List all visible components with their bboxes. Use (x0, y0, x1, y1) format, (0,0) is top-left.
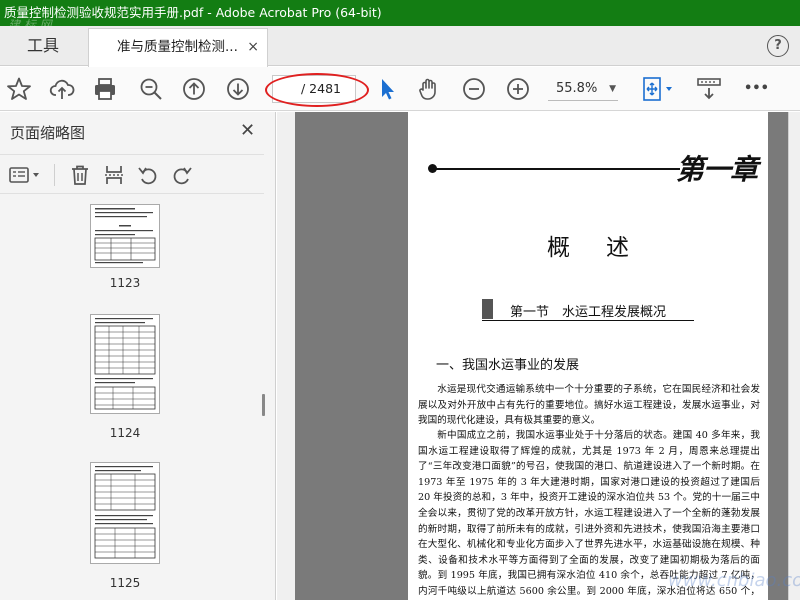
previous-page-icon[interactable] (181, 76, 207, 102)
document-left-gutter (277, 112, 295, 600)
section-heading: 第一节 水运工程发展概况 (510, 305, 667, 320)
print-icon[interactable] (92, 76, 118, 102)
page-thumbnails-panel: 页面缩略图 ✕ 1123 1124 1125 (0, 112, 289, 600)
thumbnail-preview (94, 208, 156, 264)
red-highlight-annotation (265, 73, 369, 107)
rotate-right-icon[interactable] (170, 163, 194, 187)
document-scrollbar[interactable] (788, 112, 800, 600)
main-toolbar: / 2481 55.8% ▼ ••• (0, 67, 800, 111)
tab-document[interactable]: 准与质量控制检测... × (88, 28, 268, 67)
bookmark-star-icon[interactable] (6, 76, 32, 102)
window-title-bar: 质量控制检测验收规范实用手册.pdf - Adobe Acrobat Pro (… (0, 0, 800, 26)
watermark-top: 建 标 网 (8, 18, 52, 26)
thumbnail-label: 1123 (109, 276, 141, 290)
thumbnail-preview (94, 466, 156, 559)
thumbnail-preview (94, 318, 156, 410)
body-paragraph: 水运是现代交通运输系统中一个十分重要的子系统，它在国民经济和社会发展以及对外开放… (418, 384, 760, 427)
chevron-down-icon: ▼ (609, 84, 616, 94)
tab-tools[interactable]: 工具 (0, 26, 86, 66)
section-marker (482, 299, 493, 319)
delete-page-icon[interactable] (68, 163, 92, 187)
watermark-bottom: www.cnbiao.com (668, 570, 800, 591)
help-button[interactable]: ? (767, 35, 789, 57)
thumbnail-options-icon[interactable] (8, 163, 44, 187)
page-thumbnail[interactable] (90, 462, 160, 564)
page-thumbnail[interactable] (90, 314, 160, 414)
pdf-page[interactable]: 第一章 概述 第一节 水运工程发展概况 一、我国水运事业的发展 水运是现代交通运… (408, 112, 768, 600)
subsection-heading: 一、我国水运事业的发展 (436, 358, 580, 373)
zoom-level-select[interactable]: 55.8% ▼ (548, 77, 618, 101)
zoom-out-icon[interactable] (461, 76, 487, 102)
panel-title: 页面缩略图 (10, 124, 86, 142)
section-underline (482, 320, 694, 321)
cloud-upload-icon[interactable] (49, 76, 75, 102)
more-options-icon[interactable]: ••• (744, 76, 772, 102)
tab-row: 工具 准与质量控制检测... × ? (0, 26, 800, 67)
thumbnail-list: 1123 1124 1125 (0, 204, 264, 600)
scroll-mode-icon[interactable] (696, 76, 722, 102)
hand-tool-icon[interactable] (416, 76, 442, 102)
tab-document-label: 准与质量控制检测... (117, 39, 238, 55)
fit-page-icon[interactable] (640, 76, 676, 102)
thumbnail-label: 1125 (109, 576, 141, 590)
toolbar-divider (54, 164, 55, 186)
extract-pages-icon[interactable] (102, 163, 126, 187)
chapter-rule (430, 168, 680, 170)
select-cursor-icon[interactable] (374, 76, 400, 102)
document-view[interactable]: 第一章 概述 第一节 水运工程发展概况 一、我国水运事业的发展 水运是现代交通运… (277, 112, 800, 600)
zoom-out-magnifier-icon[interactable] (138, 76, 164, 102)
panel-close-icon[interactable]: ✕ (240, 120, 255, 141)
rotate-left-icon[interactable] (136, 163, 160, 187)
next-page-icon[interactable] (225, 76, 251, 102)
thumbnail-label: 1124 (109, 426, 141, 440)
thumbnail-scrollbar[interactable] (262, 394, 265, 416)
window-title: 质量控制检测验收规范实用手册.pdf - Adobe Acrobat Pro (… (4, 5, 382, 20)
tab-close-icon[interactable]: × (247, 29, 259, 66)
page-main-title: 概述 (547, 235, 665, 261)
zoom-level-value: 55.8% (556, 81, 598, 96)
zoom-in-icon[interactable] (505, 76, 531, 102)
chapter-heading: 第一章 (676, 153, 758, 186)
page-thumbnail[interactable] (90, 204, 160, 268)
thumbnail-toolbar (0, 154, 264, 194)
